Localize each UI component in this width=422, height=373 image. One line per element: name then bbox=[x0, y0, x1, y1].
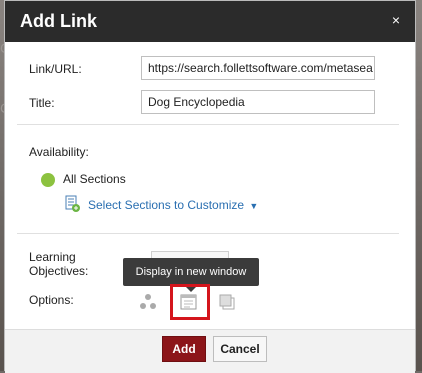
all-sections-label: All Sections bbox=[63, 172, 126, 186]
new-window-highlight bbox=[170, 284, 210, 320]
title-label: Title: bbox=[29, 96, 55, 110]
learning-objectives-line2: Objectives: bbox=[29, 264, 89, 278]
dialog-titlebar: Add Link × bbox=[5, 1, 415, 42]
add-link-dialog: Add Link × Link/URL: https://search.foll… bbox=[4, 0, 416, 373]
copy-icon[interactable] bbox=[218, 293, 236, 311]
caret-down-icon: ▼ bbox=[249, 201, 259, 211]
tooltip: Display in new window bbox=[123, 258, 259, 292]
dialog-footer: Add Cancel bbox=[5, 329, 415, 373]
cancel-button[interactable]: Cancel bbox=[213, 336, 267, 362]
options-label: Options: bbox=[29, 293, 74, 307]
dialog-title: Add Link bbox=[20, 11, 97, 31]
availability-label: Availability: bbox=[29, 145, 89, 159]
divider bbox=[17, 233, 399, 234]
link-url-label: Link/URL: bbox=[29, 62, 82, 76]
learning-objectives-line1: Learning bbox=[29, 250, 76, 264]
select-sections-label: Select Sections to Customize bbox=[88, 198, 245, 212]
link-url-input[interactable]: https://search.follettsoftware.com/metas… bbox=[141, 56, 375, 80]
close-icon[interactable]: × bbox=[389, 12, 403, 28]
learning-objectives-label: Learning Objectives: bbox=[29, 250, 88, 278]
share-icon[interactable] bbox=[139, 293, 157, 311]
select-sections-link[interactable]: Select Sections to Customize ▼ bbox=[88, 198, 258, 212]
add-button[interactable]: Add bbox=[162, 336, 206, 362]
section-list-icon bbox=[65, 195, 80, 212]
title-input[interactable]: Dog Encyclopedia bbox=[141, 90, 375, 114]
divider bbox=[17, 124, 399, 125]
all-sections-indicator bbox=[41, 173, 55, 187]
